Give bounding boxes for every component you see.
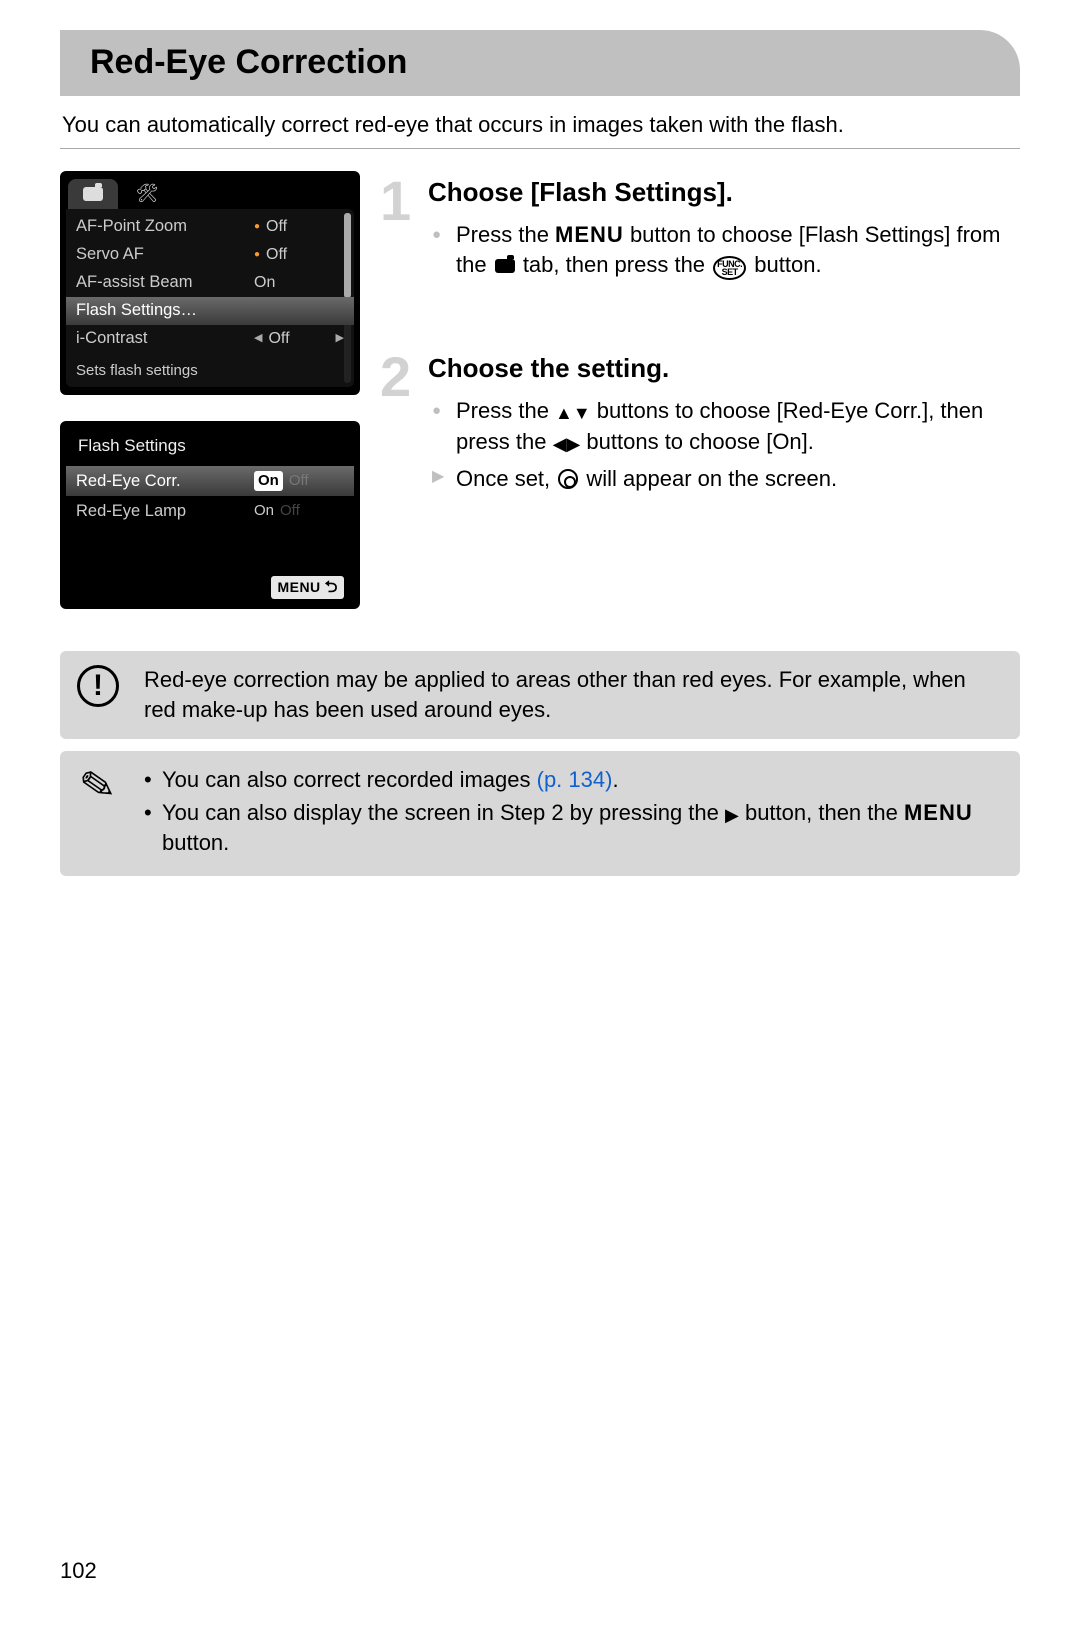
page-number: 102: [60, 1556, 1020, 1586]
menu-item-label: i-Contrast: [76, 327, 254, 349]
left-right-arrows-icon: ◀▶: [553, 434, 581, 454]
tab-shooting-icon: [68, 179, 118, 209]
camera-icon: [83, 187, 103, 201]
step-result: Once set, will appear on the screen.: [428, 464, 1020, 495]
on-dot-icon: ●: [254, 220, 260, 234]
menu-back-badge: MENU ⮌: [271, 576, 344, 600]
flash-settings-screenshot: Flash Settings Red-Eye Corr. On Off Red-…: [60, 421, 360, 610]
menu-item-label: Red-Eye Corr.: [76, 470, 254, 492]
undo-icon: ⮌: [325, 577, 338, 599]
page-reference-link[interactable]: (p. 134): [537, 767, 613, 792]
camera-tab-icon: [495, 259, 515, 273]
menu-item-selected: Flash Settings…: [66, 297, 354, 325]
up-down-arrows-icon: ▲▼: [555, 403, 591, 423]
camera-menu-screenshot: 🛠 AF-Point Zoom ● Off Servo AF ● Off AF-as…: [60, 171, 360, 395]
step-instruction: Press the MENU button to choose [Flash S…: [428, 220, 1020, 282]
on-dot-icon: ●: [254, 248, 260, 262]
flash-item: Red-Eye Lamp On Off: [66, 496, 354, 526]
value-off: Off: [289, 471, 309, 491]
value-on: On: [254, 501, 274, 521]
step-number: 1: [380, 163, 411, 239]
menu-button-label: MENU: [555, 222, 624, 247]
menu-item-value: Off: [266, 216, 287, 238]
step-heading: Choose [Flash Settings].: [428, 175, 1020, 210]
flash-item-selected: Red-Eye Corr. On Off: [66, 466, 354, 496]
menu-item-label: Flash Settings…: [76, 299, 254, 321]
note-icon: ✎: [74, 765, 122, 807]
step-number: 2: [380, 339, 411, 415]
menu-item-label: Red-Eye Lamp: [76, 500, 254, 522]
value-on: On: [254, 471, 283, 491]
arrow-right-icon: ▶: [336, 331, 344, 346]
func-set-button-icon: FUNC.SET: [713, 256, 746, 280]
caution-text: Red-eye correction may be applied to are…: [144, 665, 1000, 724]
value-off: Off: [280, 501, 300, 521]
caution-callout: ! Red-eye correction may be applied to a…: [60, 651, 1020, 738]
menu-hint: Sets flash settings: [66, 353, 354, 383]
menu-button-label: MENU: [904, 800, 973, 825]
menu-item-label: AF-Point Zoom: [76, 215, 254, 237]
tools-icon: 🛠: [136, 181, 159, 205]
intro-text: You can automatically correct red-eye th…: [62, 110, 1018, 140]
menu-label: MENU: [277, 578, 320, 597]
note-bullet: You can also correct recorded images (p.…: [144, 765, 1000, 795]
right-arrow-icon: ▶: [725, 805, 739, 825]
step-instruction: Press the ▲▼ buttons to choose [Red-Eye …: [428, 396, 1020, 458]
menu-item: AF-assist Beam On: [66, 269, 354, 297]
menu-item: Servo AF ● Off: [66, 241, 354, 269]
arrow-left-icon: ◀: [254, 331, 262, 346]
section-title: Red-Eye Correction: [90, 40, 990, 86]
menu-item-value: Off: [266, 244, 287, 266]
caution-icon: !: [74, 665, 122, 707]
menu-item-label: AF-assist Beam: [76, 271, 254, 293]
step-2: 2 Choose the setting. Press the ▲▼ butto…: [388, 351, 1020, 494]
flash-settings-title: Flash Settings: [66, 427, 354, 466]
divider: [60, 148, 1020, 149]
menu-item-value: On: [254, 272, 275, 294]
menu-item-value: Off: [268, 328, 289, 350]
tab-tools-icon: 🛠: [122, 179, 172, 209]
step-heading: Choose the setting.: [428, 351, 1020, 386]
step-1: 1 Choose [Flash Settings]. Press the MEN…: [388, 175, 1020, 282]
redeye-indicator-icon: [558, 469, 578, 489]
note-bullet: You can also display the screen in Step …: [144, 798, 1000, 857]
section-title-bar: Red-Eye Correction: [60, 30, 1020, 96]
note-callout: ✎ You can also correct recorded images (…: [60, 751, 1020, 876]
menu-item: AF-Point Zoom ● Off: [66, 213, 354, 241]
menu-item-label: Servo AF: [76, 243, 254, 265]
menu-item: i-Contrast ◀ Off ▶: [66, 325, 354, 353]
